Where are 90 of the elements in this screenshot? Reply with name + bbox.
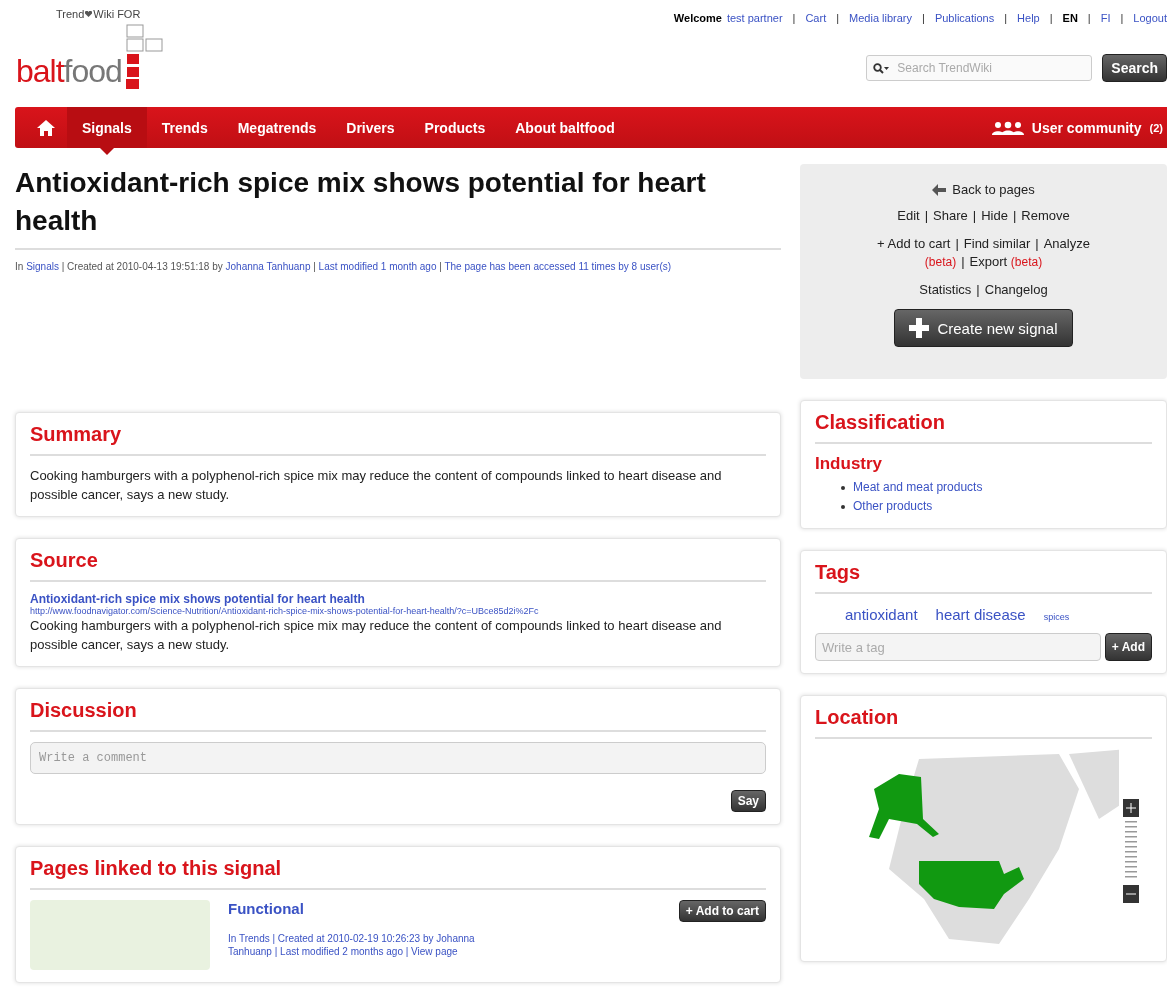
action-link[interactable]: Export	[969, 254, 1008, 269]
search-button[interactable]: Search	[1102, 54, 1167, 82]
nav-tab[interactable]: Megatrends	[222, 107, 332, 148]
article-meta: In Signals | Created at 2010-04-13 19:51:18 by Johanna Tanhuanp | Last modified 1 month ago | The page has been accessed 11 times by 8 user(s)	[15, 260, 673, 274]
separator: |	[972, 208, 977, 223]
linked-page-meta: In Trends | Created at 2010-02-19 10:26:23 by Johanna Tanhuanp | Last modified 2 months ago | View page	[228, 932, 476, 958]
industry-item[interactable]: Meat and meat products	[853, 480, 983, 494]
separator: |	[922, 12, 925, 24]
welcome-label: Welcome	[673, 12, 722, 24]
community-link[interactable]: User community (2)	[991, 119, 1167, 136]
separator: |	[1004, 12, 1008, 24]
top-link[interactable]: Media library	[849, 12, 913, 24]
say-button[interactable]: Say	[730, 790, 766, 812]
nav-tab[interactable]: Drivers	[331, 107, 410, 148]
beta-label: (beta)	[924, 255, 957, 269]
tag-link[interactable]: spices	[1043, 612, 1070, 622]
beta-label: (beta)	[1010, 255, 1043, 269]
action-link[interactable]: Hide	[981, 208, 1008, 223]
separator: |	[955, 236, 959, 251]
action-link[interactable]: Find similar	[963, 236, 1031, 251]
tag-link[interactable]: heart disease	[935, 606, 1026, 623]
top-link[interactable]: Logout	[1133, 12, 1167, 24]
card-title: Summary	[30, 423, 766, 456]
zoom-slider-icon[interactable]	[1122, 821, 1139, 881]
article-title: Antioxidant-rich spice mix shows potential for heart health	[15, 164, 781, 250]
logo-text: baltfood	[16, 53, 122, 90]
meta-link[interactable]: Signals	[26, 261, 59, 272]
home-icon[interactable]	[37, 119, 55, 136]
tag-link[interactable]: antioxidant	[845, 606, 918, 623]
meta-link[interactable]: Last modified 1 month ago	[318, 261, 437, 272]
card-title: Pages linked to this signal	[30, 857, 766, 890]
tag-field[interactable]: Write a tag	[815, 633, 1101, 661]
separator: |	[924, 208, 929, 223]
action-link[interactable]: Remove	[1021, 208, 1070, 223]
card-title: Classification	[815, 411, 1152, 444]
source-link[interactable]: Antioxidant-rich spice mix shows potential for heart health	[30, 592, 766, 606]
back-link[interactable]: Back to pages	[932, 182, 1035, 197]
arrow-left-icon	[932, 183, 947, 196]
source-text: Cooking hamburgers with a polyphenol-rich spice mix may reduce the content of compounds linked to heart disease and possible cancer, says a new study.	[30, 617, 723, 654]
add-tag-button[interactable]: + Add	[1104, 633, 1152, 661]
card-title: Location	[815, 706, 1152, 739]
separator: |	[1120, 12, 1124, 24]
action-link[interactable]: + Add to cart	[877, 236, 951, 251]
add-to-cart-button[interactable]: + Add to cart	[678, 900, 766, 922]
zoom-in-icon[interactable]	[1122, 799, 1139, 817]
bullet-icon	[841, 485, 845, 490]
tab-pointer-icon	[99, 148, 114, 155]
action-link[interactable]: Share	[933, 208, 968, 223]
separator: |	[1049, 12, 1053, 24]
tagline: Trend Wiki FOR	[55, 8, 142, 20]
users-icon	[991, 120, 1024, 135]
zoom-out-icon[interactable]	[1122, 885, 1139, 903]
separator: |	[961, 254, 965, 269]
comment-field[interactable]: Write a comment	[30, 742, 766, 774]
meta-link[interactable]: The page has been accessed 11 times by 8 user(s)	[444, 261, 672, 272]
bullet-icon	[841, 504, 845, 509]
action-link[interactable]: Analyze	[1043, 236, 1090, 251]
source-url[interactable]: http://www.foodnavigator.com/Science-Nutrition/Antioxidant-rich-spice-mix-shows-potential-for-heart-health/?c=UBce85d2i%2Fc	[30, 606, 766, 616]
separator: |	[836, 12, 840, 24]
card-title: Tags	[815, 561, 1152, 594]
top-link[interactable]: FI	[1100, 12, 1111, 24]
user-link[interactable]: test partner	[726, 12, 783, 24]
summary-text: Cooking hamburgers with a polyphenol-rich spice mix may reduce the content of compounds linked to heart disease and possible cancer, says a new study.	[30, 467, 723, 504]
nav-tab[interactable]: Products	[409, 107, 501, 148]
card-title: Discussion	[30, 699, 766, 732]
logo-squares-icon	[125, 24, 166, 90]
action-link[interactable]: Edit	[897, 208, 920, 223]
card-title: Source	[30, 549, 766, 582]
separator: |	[1012, 208, 1017, 223]
separator: |	[1087, 12, 1091, 24]
meta-link[interactable]: Johanna Tanhuanp	[225, 261, 311, 272]
search-icon	[873, 63, 890, 74]
separator: |	[1035, 236, 1039, 251]
industry-heading: Industry	[815, 454, 884, 474]
top-link[interactable]: EN	[1062, 12, 1078, 24]
plus-icon	[909, 318, 930, 338]
action-link[interactable]: Changelog	[984, 282, 1048, 297]
top-link[interactable]: Help	[1017, 12, 1040, 24]
top-link[interactable]: Publications	[934, 12, 995, 24]
nav-tab[interactable]: About baltfood	[500, 107, 630, 148]
search-field[interactable]: Search TrendWiki	[866, 55, 1093, 81]
create-signal-button[interactable]: Create new signal	[894, 309, 1073, 347]
top-link[interactable]: Cart	[805, 12, 827, 24]
heart-icon	[85, 11, 93, 17]
action-link[interactable]: Statistics	[919, 282, 972, 297]
separator: |	[792, 12, 796, 24]
separator: |	[976, 282, 980, 297]
nav-tab[interactable]: Trends	[146, 107, 223, 148]
linked-page-title[interactable]: Functional	[228, 900, 304, 922]
industry-item[interactable]: Other products	[853, 499, 933, 513]
